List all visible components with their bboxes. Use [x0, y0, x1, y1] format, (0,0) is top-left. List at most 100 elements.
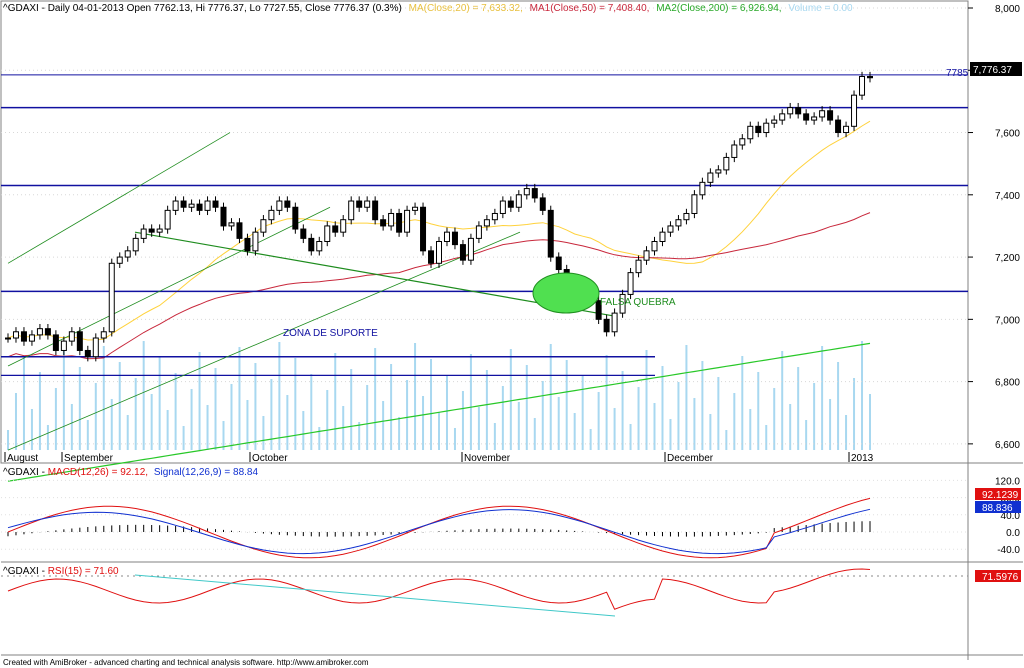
- rsi-trendline: [134, 574, 616, 617]
- candle-body: [747, 125, 754, 140]
- macd-series: 120.080.040.00.0-40.0: [1, 476, 1020, 559]
- candle-body: [467, 237, 474, 261]
- candle-body: [436, 241, 442, 264]
- candle-body: [164, 209, 171, 230]
- candle-body: [611, 312, 618, 333]
- y-tick-label: 6,800: [995, 378, 1020, 389]
- macd-title-prefix: ^GDAXI -: [3, 467, 48, 478]
- candle-body: [635, 259, 642, 274]
- candle-body: [44, 328, 51, 336]
- candle-body: [539, 197, 546, 211]
- candle-body: [5, 337, 11, 340]
- candle-body: [843, 125, 850, 134]
- candle-body: [675, 219, 682, 227]
- candle-body: [100, 331, 107, 339]
- candle-body: [396, 212, 403, 233]
- candle-body: [787, 107, 794, 115]
- candle-body: [531, 188, 538, 199]
- candle-body: [507, 200, 514, 208]
- candle-body: [356, 200, 363, 208]
- candle-body: [84, 349, 91, 358]
- candle-body: [60, 340, 67, 351]
- candle-body: [20, 331, 27, 342]
- header-volume: Volume = 0.00: [788, 3, 853, 14]
- macd-tick-label: 0.0: [1006, 528, 1020, 539]
- candle-body: [851, 94, 858, 127]
- candle-body: [108, 262, 115, 333]
- candle-body: [308, 237, 315, 252]
- candle-body: [324, 225, 331, 243]
- candle-body: [388, 212, 395, 227]
- candle-body: [348, 200, 355, 221]
- candle-body: [332, 225, 339, 233]
- candle-body: [451, 231, 458, 246]
- candle-body: [404, 209, 411, 233]
- rsi-value: 71.5976: [982, 572, 1019, 583]
- macd-title-macd: MACD(12,26) = 92.12,: [48, 467, 148, 478]
- macd-tick-label: -40.0: [997, 545, 1020, 556]
- candle-body: [827, 110, 834, 121]
- y-tick-label: 7,600: [995, 129, 1020, 140]
- y-tick-label: 8,000: [995, 4, 1020, 15]
- x-tick-label: November: [464, 453, 511, 464]
- price-header: ^GDAXI - Daily 04-01-2013 Open 7762.13, …: [3, 3, 853, 14]
- candle-body: [268, 209, 275, 221]
- candle-body: [52, 334, 59, 351]
- zona-suporte-label: ZONA DE SUPORTE: [283, 328, 378, 339]
- candle-body: [859, 75, 866, 96]
- candle-body: [116, 256, 123, 264]
- header-ma50: MA1(Close,50) = 7,408.40,: [530, 3, 650, 14]
- candle-body: [811, 116, 818, 121]
- candle-body: [156, 228, 163, 233]
- last-price-value: 7,776.37: [973, 65, 1012, 76]
- candle-body: [428, 250, 435, 264]
- candle-body: [707, 172, 714, 183]
- candle-body: [547, 209, 554, 258]
- rsi-title-value: RSI(15) = 71.60: [48, 566, 119, 577]
- candle-body: [252, 231, 259, 252]
- macd-tick-label: 120.0: [995, 476, 1020, 487]
- candle-body: [443, 231, 450, 243]
- candle-body: [795, 107, 802, 115]
- false-break-ellipse: [532, 272, 600, 314]
- level-tag: 7785: [946, 68, 969, 79]
- candle-body: [659, 231, 666, 243]
- rsi-title-prefix: ^GDAXI -: [3, 566, 48, 577]
- candle-body: [515, 194, 522, 208]
- x-tick-label: December: [667, 453, 714, 464]
- macd-value: 92.1239: [982, 490, 1019, 501]
- candle-body: [124, 250, 131, 258]
- y-tick-label: 7,000: [995, 315, 1020, 326]
- candle-body: [76, 331, 83, 351]
- candle-body: [292, 206, 299, 230]
- candle-body: [412, 206, 419, 211]
- header-ma200: MA2(Close,200) = 6,926.94,: [656, 3, 781, 14]
- candle-body: [763, 122, 770, 134]
- candle-body: [92, 337, 99, 358]
- candle-body: [699, 181, 706, 196]
- candle-body: [12, 331, 19, 339]
- macd-title-signal: Signal(12,26,9) = 88.84: [154, 467, 259, 478]
- candle-body: [380, 219, 387, 227]
- candle-body: [683, 212, 690, 221]
- header-ma20: MA(Close,20) = 7,633.32,: [409, 3, 523, 14]
- candle-body: [132, 237, 139, 252]
- candle-body: [779, 113, 786, 121]
- candle-body: [300, 228, 307, 239]
- candle-body: [180, 200, 187, 208]
- candle-body: [140, 228, 147, 239]
- candle-body: [372, 200, 379, 221]
- candle-body: [475, 225, 482, 239]
- candle-body: [36, 328, 43, 336]
- candle-body: [771, 119, 778, 124]
- candle-body: [867, 75, 873, 79]
- y-tick-label: 7,400: [995, 191, 1020, 202]
- candle-body: [316, 241, 323, 252]
- signal-value: 88.836: [982, 503, 1013, 514]
- candle-body: [220, 206, 227, 227]
- candle-body: [244, 237, 251, 252]
- candle-body: [188, 203, 195, 208]
- candle-body: [803, 113, 810, 121]
- y-tick-label: 7,200: [995, 253, 1020, 264]
- candle-body: [28, 334, 35, 342]
